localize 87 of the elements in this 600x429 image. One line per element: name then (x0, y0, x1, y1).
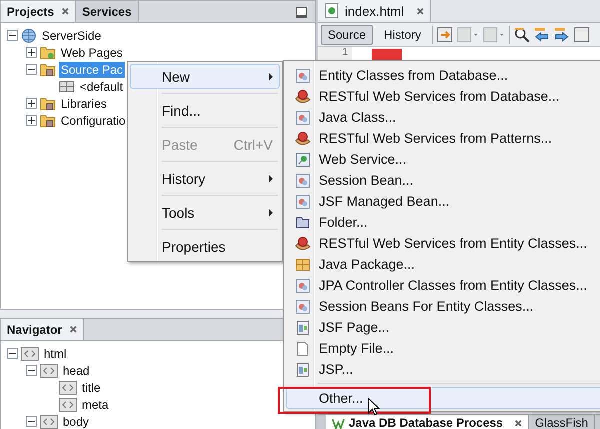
menu-item[interactable]: Folder... (286, 212, 600, 233)
w-logo-icon (332, 416, 345, 429)
file-icon (324, 3, 340, 19)
tree-item[interactable]: head (61, 362, 92, 378)
expand-toggle-icon[interactable] (26, 98, 37, 109)
menu-item[interactable]: Session Beans For Entity Classes... (286, 296, 600, 317)
menu-item[interactable]: Tools (130, 200, 280, 225)
menu-item[interactable]: JSF Managed Bean... (286, 191, 600, 212)
arrow-left-icon[interactable] (534, 26, 550, 42)
minimize-icon[interactable] (296, 7, 307, 18)
toolbar-icon[interactable] (437, 26, 454, 42)
menu-item[interactable]: Java Class... (286, 107, 600, 128)
menu-item[interactable]: Properties (130, 234, 280, 259)
tag-icon (21, 346, 39, 360)
document-icon (295, 110, 311, 126)
folder-icon (40, 112, 56, 128)
hand-icon (295, 236, 311, 252)
menu-item[interactable]: Java Package... (286, 254, 600, 275)
menu-item[interactable]: History (130, 166, 280, 191)
output-tab[interactable]: GlassFish (529, 415, 596, 429)
document-icon (295, 194, 311, 210)
cursor-icon (368, 398, 380, 416)
close-icon[interactable] (62, 8, 70, 15)
menu-item[interactable]: Web Service... (286, 149, 600, 170)
editor-tab[interactable]: index.html (318, 0, 432, 22)
expand-toggle-icon[interactable] (7, 30, 18, 41)
menu-item[interactable]: JPA Controller Classes from Entity Classes... (286, 275, 600, 296)
tag-icon (59, 380, 77, 394)
tree-item[interactable]: Web Pages (59, 44, 125, 60)
document-icon (295, 172, 311, 188)
expand-toggle-icon[interactable] (26, 47, 37, 58)
folder-icon (40, 44, 56, 60)
expand-toggle-icon[interactable] (26, 365, 37, 376)
expand-toggle-icon[interactable] (26, 64, 37, 75)
tree-item[interactable]: body (61, 414, 92, 429)
hand-icon (295, 130, 311, 146)
package-icon (295, 256, 311, 272)
search-icon[interactable] (514, 26, 530, 42)
tree-item[interactable]: Libraries (59, 96, 110, 112)
folder-icon (295, 214, 311, 230)
menu-item[interactable]: Empty File... (286, 338, 600, 359)
output-tab[interactable]: Java DB Database Process (326, 415, 530, 429)
service-icon (295, 152, 311, 168)
menu-item[interactable]: RESTful Web Services from Entity Classes... (286, 233, 600, 254)
toolbar-icon[interactable] (574, 26, 590, 42)
tag-icon (40, 414, 58, 428)
document-icon (295, 68, 311, 84)
tree-item[interactable]: html (42, 346, 69, 362)
tree-item[interactable]: ServerSide (40, 28, 104, 44)
hand-icon (295, 88, 311, 104)
menu-item[interactable]: Other... (286, 387, 600, 409)
menu-item[interactable]: JSP... (286, 359, 600, 380)
globe-icon (21, 28, 37, 44)
page-icon (295, 320, 311, 336)
panel-tab[interactable]: Navigator (1, 319, 84, 340)
menu-item[interactable]: New (130, 64, 280, 89)
folder-icon (40, 96, 56, 112)
menu-item[interactable]: RESTful Web Services from Patterns... (286, 128, 600, 149)
page-icon (295, 362, 311, 378)
view-toggle-button[interactable]: History (377, 24, 428, 44)
close-icon[interactable] (417, 8, 424, 14)
close-icon[interactable] (70, 326, 78, 333)
expand-toggle-icon[interactable] (26, 416, 37, 427)
document-icon (295, 278, 311, 294)
code-highlight (372, 49, 402, 61)
document-icon (295, 298, 311, 314)
package-icon (59, 78, 75, 94)
menu-item[interactable]: JSF Page... (286, 317, 600, 338)
tree-item[interactable]: meta (80, 396, 111, 412)
menu-item[interactable]: Find... (130, 98, 280, 123)
close-icon[interactable] (515, 420, 522, 426)
menu-item[interactable]: RESTful Web Services from Database... (286, 86, 600, 107)
line-number: 1 (341, 47, 348, 58)
view-toggle-button[interactable]: Source (321, 24, 374, 44)
tree-item[interactable]: Configuratio (59, 112, 128, 128)
expand-toggle-icon[interactable] (26, 115, 37, 126)
folder-icon (40, 62, 56, 78)
panel-tab[interactable]: Projects (1, 1, 76, 22)
tag-icon (59, 398, 77, 412)
tree-item[interactable]: <default (78, 78, 126, 94)
menu-item[interactable]: Entity Classes from Database... (286, 65, 600, 86)
arrow-right-icon[interactable] (554, 26, 570, 42)
tree-item[interactable]: title (80, 380, 103, 396)
panel-tab[interactable]: Services (76, 1, 139, 22)
tag-icon (40, 364, 58, 378)
menu-item[interactable]: Session Bean... (286, 170, 600, 191)
expand-toggle-icon[interactable] (7, 348, 18, 359)
